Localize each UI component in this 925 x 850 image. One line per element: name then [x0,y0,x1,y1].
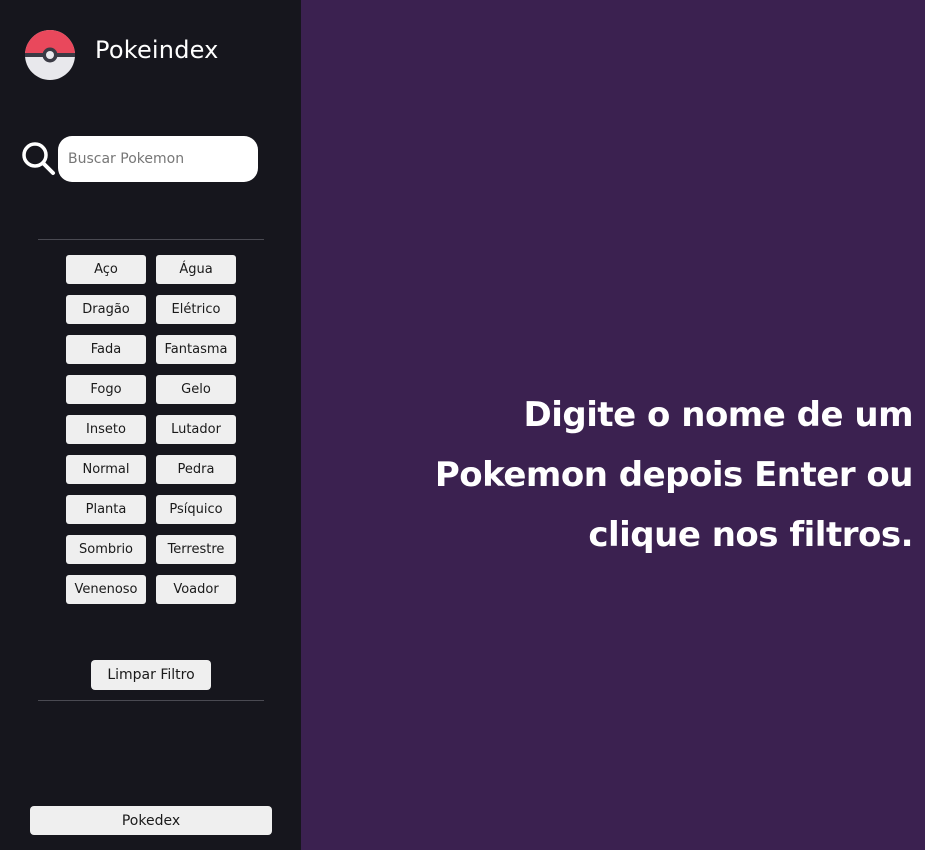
search-input[interactable] [58,136,258,182]
type-filter-button[interactable]: Elétrico [156,295,236,324]
type-filter-button[interactable]: Aço [66,255,146,284]
type-filter-button[interactable]: Sombrio [66,535,146,564]
type-filter-grid: Aço Água Dragão Elétrico Fada Fantasma Fogo Gel… [66,255,236,604]
main-panel: Digite o nome de um Pokemon depois Enter… [301,0,925,850]
clear-filter-button[interactable]: Limpar Filtro [91,660,211,690]
type-filter-button[interactable]: Terrestre [156,535,236,564]
type-filter-button[interactable]: Água [156,255,236,284]
type-filter-button[interactable]: Gelo [156,375,236,404]
type-filter-button[interactable]: Venenoso [66,575,146,604]
type-filter-button[interactable]: Normal [66,455,146,484]
sidebar: Pokeindex Aço Água Dragão Elétrico Fada Fanta… [0,0,301,850]
type-filter-button[interactable]: Pedra [156,455,236,484]
divider-top [38,239,264,240]
type-filter-button[interactable]: Fogo [66,375,146,404]
type-filter-button[interactable]: Dragão [66,295,146,324]
pokedex-button[interactable]: Pokedex [30,806,272,835]
type-filter-button[interactable]: Psíquico [156,495,236,524]
divider-bottom [38,700,264,701]
instruction-message: Digite o nome de um Pokemon depois Enter… [434,395,914,555]
type-filter-button[interactable]: Lutador [156,415,236,444]
search-icon[interactable] [20,140,56,176]
type-filter-button[interactable]: Inseto [66,415,146,444]
pokeball-icon [24,29,76,81]
app-title: Pokeindex [95,36,219,64]
type-filter-button[interactable]: Fantasma [156,335,236,364]
type-filter-button[interactable]: Planta [66,495,146,524]
type-filter-button[interactable]: Voador [156,575,236,604]
type-filter-button[interactable]: Fada [66,335,146,364]
